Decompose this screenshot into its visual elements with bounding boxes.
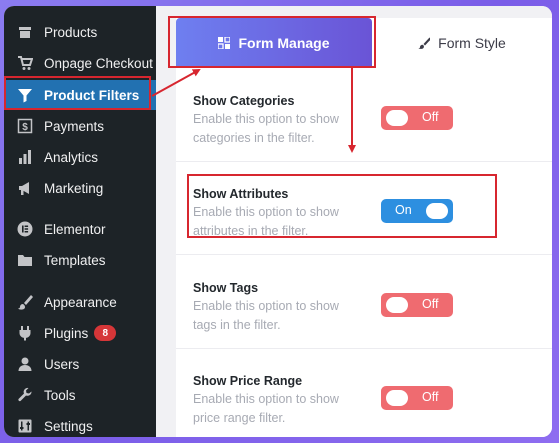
tab-form-style[interactable]: Form Style: [372, 18, 552, 68]
sidebar-item-products[interactable]: Products: [4, 17, 156, 47]
sidebar-item-label: Templates: [44, 252, 106, 268]
user-icon: [16, 355, 34, 373]
sidebar-item-users[interactable]: Users: [4, 349, 156, 379]
sidebar-item-payments[interactable]: $ Payments: [4, 111, 156, 141]
plugins-update-badge: 8: [94, 325, 117, 341]
option-description: Enable this option to show attributes in…: [193, 205, 339, 238]
option-title: Show Price Range: [193, 374, 303, 388]
sidebar-item-label: Payments: [44, 118, 105, 134]
sidebar-item-label: Onpage Checkout: [44, 55, 153, 71]
option-show-categories: Show Categories Enable this option to sh…: [176, 68, 552, 162]
tab-form-manage[interactable]: Form Manage: [176, 18, 372, 68]
form-grid-icon: [218, 37, 231, 49]
sidebar-item-templates[interactable]: Templates: [4, 245, 156, 275]
option-description: Enable this option to show price range f…: [193, 392, 339, 425]
toggle-label: On: [395, 203, 412, 217]
show-categories-toggle[interactable]: Off: [381, 106, 453, 130]
tab-label: Form Manage: [238, 35, 330, 51]
toggle-knob: [426, 203, 448, 219]
show-attributes-toggle[interactable]: On: [381, 199, 453, 223]
toggle-label: Off: [422, 297, 439, 311]
sidebar-item-appearance[interactable]: Appearance: [4, 287, 156, 317]
sidebar-item-label: Tools: [44, 387, 76, 403]
sidebar-item-label: Appearance: [44, 294, 117, 310]
main-panel: Form Manage Form Style Show Categories E…: [156, 6, 552, 437]
sidebar-item-label: Product Filters: [44, 87, 140, 103]
sidebar-item-label: Elementor: [44, 221, 106, 237]
sidebar-item-analytics[interactable]: Analytics: [4, 142, 156, 172]
sidebar-item-plugins[interactable]: Plugins 8: [4, 318, 156, 348]
tab-label: Form Style: [438, 35, 506, 51]
sidebar-item-label: Products: [44, 24, 98, 40]
cart-icon: [16, 54, 34, 72]
toggle-knob: [386, 297, 408, 313]
option-show-tags: Show Tags Enable this option to show tag…: [176, 255, 552, 349]
sidebar-item-elementor[interactable]: Elementor: [4, 214, 156, 244]
show-tags-toggle[interactable]: Off: [381, 293, 453, 317]
options-list: Show Categories Enable this option to sh…: [176, 68, 552, 437]
app-window: Products Onpage Checkout Product Filters…: [4, 6, 552, 437]
sidebar-item-label: Plugins: [44, 325, 89, 341]
elementor-icon: [16, 220, 34, 238]
sidebar-item-label: Marketing: [44, 180, 104, 196]
option-title: Show Categories: [193, 94, 295, 108]
sidebar-item-label: Users: [44, 356, 80, 372]
dollar-icon: $: [16, 117, 34, 135]
brush-icon: [418, 37, 431, 49]
svg-text:$: $: [22, 122, 28, 133]
option-description: Enable this option to show categories in…: [193, 112, 339, 145]
sidebar-item-onpage-checkout[interactable]: Onpage Checkout: [4, 48, 156, 78]
option-description: Enable this option to show tags in the f…: [193, 299, 339, 332]
plug-icon: [16, 324, 34, 342]
admin-sidebar: Products Onpage Checkout Product Filters…: [4, 6, 157, 437]
option-title: Show Tags: [193, 281, 259, 295]
chart-icon: [16, 148, 34, 166]
option-show-attributes: Show Attributes Enable this option to sh…: [176, 161, 552, 255]
sidebar-item-product-filters[interactable]: Product Filters: [4, 80, 156, 110]
brush-icon: [16, 293, 34, 311]
toggle-knob: [386, 390, 408, 406]
sidebar-item-marketing[interactable]: Marketing: [4, 173, 156, 203]
folder-icon: [16, 251, 34, 269]
filter-icon: [16, 86, 34, 104]
option-title: Show Attributes: [193, 187, 289, 201]
megaphone-icon: [16, 179, 34, 197]
wrench-icon: [16, 386, 34, 404]
sidebar-item-label: Settings: [44, 418, 93, 434]
settings-icon: [16, 417, 34, 435]
toggle-label: Off: [422, 110, 439, 124]
option-show-price-range: Show Price Range Enable this option to s…: [176, 348, 552, 437]
products-icon: [16, 23, 34, 41]
toggle-label: Off: [422, 390, 439, 404]
tab-bar: Form Manage Form Style: [176, 18, 552, 68]
sidebar-item-settings[interactable]: Settings: [4, 411, 156, 437]
toggle-knob: [386, 110, 408, 126]
show-price-range-toggle[interactable]: Off: [381, 386, 453, 410]
sidebar-item-tools[interactable]: Tools: [4, 380, 156, 410]
sidebar-item-label: Analytics: [44, 149, 99, 165]
